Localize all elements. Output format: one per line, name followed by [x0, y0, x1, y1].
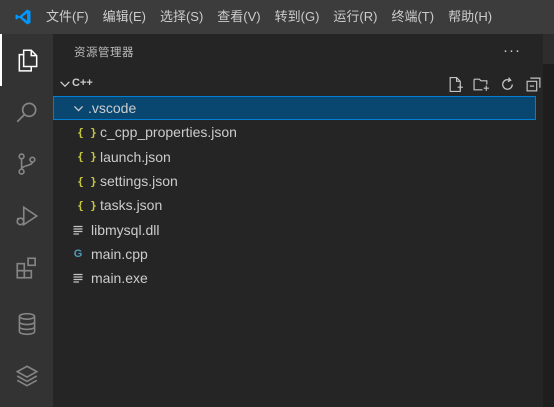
tree-item-tasks-json[interactable]: { } tasks.json — [53, 193, 543, 217]
activity-explorer[interactable] — [0, 34, 53, 86]
sidebar-title: 资源管理器 — [74, 47, 134, 59]
menu-run[interactable]: 运行(R) — [326, 0, 384, 34]
menu-go[interactable]: 转到(G) — [268, 0, 327, 34]
collapse-all-icon[interactable] — [523, 74, 543, 94]
sidebar-header: 资源管理器 ··· — [53, 34, 543, 70]
vscode-window: 文件(F) 编辑(E) 选择(S) 查看(V) 转到(G) 运行(R) 终端(T… — [0, 0, 554, 407]
file-tree: .vscode { } c_cpp_properties.json { } la… — [53, 96, 543, 290]
refresh-icon[interactable] — [497, 74, 517, 94]
run-debug-icon — [14, 203, 40, 229]
source-control-icon — [14, 151, 40, 177]
tree-item-label: .vscode — [88, 100, 137, 117]
tree-item-label: c_cpp_properties.json — [100, 124, 237, 141]
tree-item-label: main.cpp — [91, 245, 148, 262]
tree-item-launch-json[interactable]: { } launch.json — [53, 145, 543, 169]
menu-edit[interactable]: 编辑(E) — [96, 0, 153, 34]
workspace-title: C++ — [72, 77, 93, 89]
json-file-icon: { } — [77, 198, 97, 212]
menu-view[interactable]: 查看(V) — [210, 0, 267, 34]
file-lines-icon — [70, 270, 86, 286]
json-file-icon: { } — [77, 150, 97, 164]
cpp-file-icon: G — [73, 247, 83, 260]
tree-item-label: main.exe — [91, 270, 148, 287]
layers-icon — [14, 363, 40, 389]
activity-extensions[interactable] — [0, 242, 53, 294]
tree-item-vscode-folder[interactable]: .vscode — [53, 96, 536, 121]
chevron-down-icon — [70, 100, 86, 116]
editor-area — [543, 34, 554, 407]
menu-terminal[interactable]: 终端(T) — [384, 0, 441, 34]
tree-item-label: tasks.json — [100, 197, 163, 214]
activity-run-debug[interactable] — [0, 190, 53, 242]
tree-item-label: settings.json — [100, 173, 178, 190]
more-actions-icon[interactable]: ··· — [503, 42, 521, 59]
activity-layers[interactable] — [0, 350, 53, 402]
menu-file[interactable]: 文件(F) — [46, 0, 96, 34]
tree-item-main-exe[interactable]: main.exe — [53, 266, 543, 290]
tree-item-label: launch.json — [100, 148, 171, 165]
tree-item-label: libmysql.dll — [91, 221, 160, 238]
activity-source-control[interactable] — [0, 138, 53, 190]
activity-search[interactable] — [0, 86, 53, 138]
editor-tab-strip — [543, 34, 554, 64]
tree-item-main-cpp[interactable]: G main.cpp — [53, 242, 543, 266]
tree-item-settings-json[interactable]: { } settings.json — [53, 169, 543, 193]
menu-help[interactable]: 帮助(H) — [441, 0, 499, 34]
file-lines-icon — [70, 222, 86, 238]
extensions-icon — [14, 255, 40, 281]
workspace-section-header[interactable]: C++ — [53, 73, 543, 95]
new-file-icon[interactable] — [445, 74, 465, 94]
section-actions — [445, 74, 543, 94]
explorer-sidebar: 资源管理器 ··· C++ .vscode {} c_cpp_properti… — [53, 34, 543, 407]
database-icon — [14, 311, 40, 337]
activity-bar — [0, 34, 53, 407]
menu-selection[interactable]: 选择(S) — [153, 0, 210, 34]
new-folder-icon[interactable] — [471, 74, 491, 94]
json-file-icon: { } — [77, 125, 97, 139]
vscode-logo-icon — [0, 0, 46, 34]
json-file-icon: { } — [77, 174, 97, 188]
activity-database[interactable] — [0, 298, 53, 350]
menu-bar: 文件(F) 编辑(E) 选择(S) 查看(V) 转到(G) 运行(R) 终端(T… — [0, 0, 554, 34]
files-icon — [15, 47, 41, 73]
search-icon — [14, 99, 40, 125]
chevron-down-icon — [58, 77, 72, 96]
tree-item-libmysql-dll[interactable]: libmysql.dll — [53, 217, 543, 241]
tree-item-c-cpp-properties[interactable]: { } c_cpp_properties.json — [53, 120, 543, 144]
